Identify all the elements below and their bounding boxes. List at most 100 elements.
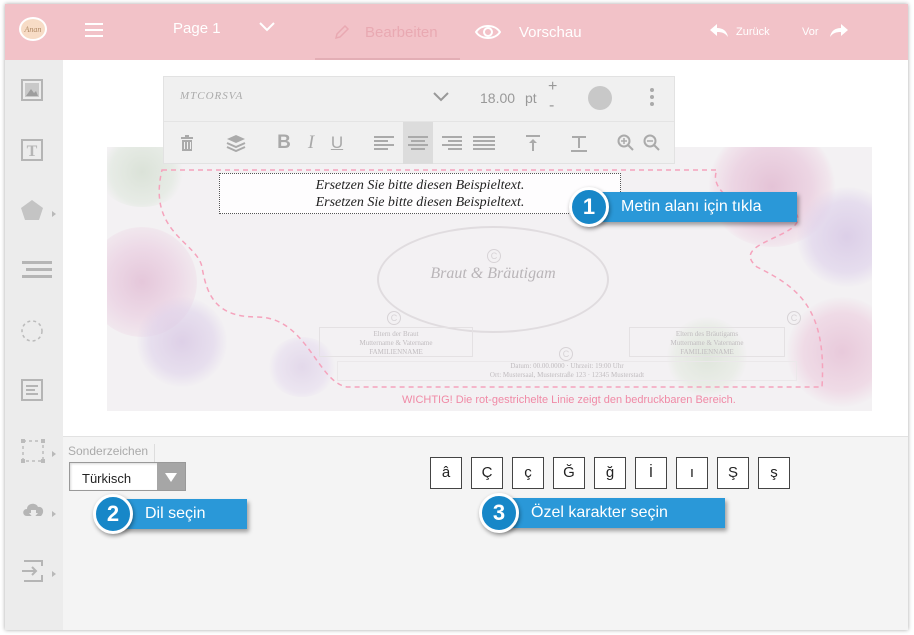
align-right-button[interactable] — [437, 122, 467, 164]
upload-tool-button[interactable] — [20, 498, 56, 532]
dropdown-arrow-icon[interactable] — [157, 463, 185, 490]
bold-label: B — [277, 132, 291, 153]
delete-button[interactable] — [172, 122, 202, 164]
undo-arrow-icon — [710, 24, 728, 37]
align-center-button[interactable] — [403, 122, 433, 164]
chevron-down-icon[interactable] — [258, 18, 276, 36]
char-button[interactable]: â — [430, 457, 462, 489]
export-icon — [22, 560, 43, 582]
align-top-button[interactable] — [518, 122, 548, 164]
text-color-picker[interactable] — [588, 86, 612, 110]
event-info-block[interactable]: Datum: 00.00.0000 · Uhrzeit: 19:00 Uhr O… — [337, 361, 797, 381]
tab-edit[interactable]: Bearbeiten — [315, 4, 460, 60]
align-left-icon — [374, 136, 394, 150]
dashed-frame-icon — [21, 439, 45, 463]
image-icon — [21, 79, 43, 101]
font-size-increase-button[interactable]: + — [548, 78, 557, 96]
couple-names[interactable]: Braut & Bräutigam — [377, 265, 609, 283]
language-value: Türkisch — [82, 471, 132, 486]
shape-tool-button[interactable] — [20, 198, 56, 232]
zoom-out-icon — [643, 134, 660, 151]
bride-family-name: FAMILIENNAME — [369, 348, 423, 356]
copyright-icon: C — [559, 347, 573, 361]
underline-label: U — [330, 133, 344, 152]
callout-number: 3 — [479, 493, 519, 533]
brand-logo[interactable]: Anan — [19, 17, 47, 41]
char-button[interactable]: Ğ — [553, 457, 585, 489]
justify-icon — [473, 136, 495, 150]
callout-number: 2 — [93, 494, 133, 534]
chevron-down-icon[interactable] — [432, 88, 450, 106]
language-select[interactable]: Türkisch — [69, 462, 186, 491]
zoom-out-button[interactable] — [637, 122, 667, 164]
bold-button[interactable]: B — [269, 122, 299, 164]
font-unit-label: pt — [525, 90, 537, 106]
align-top-icon — [526, 135, 540, 151]
callout-step-2: 2 Dil seçin — [93, 494, 247, 534]
text-format-toolbar: MTCORSVA 18.00 pt + - B I U — [163, 76, 675, 164]
layers-button[interactable] — [221, 122, 251, 164]
image-tool-button[interactable] — [20, 78, 54, 112]
page-selector-label[interactable]: Page 1 — [173, 20, 221, 37]
char-button[interactable]: ç — [512, 457, 544, 489]
frame-tool-button[interactable] — [20, 438, 56, 472]
tool-sidebar: T — [5, 60, 63, 630]
char-button[interactable]: ş — [758, 457, 790, 489]
text-tool-button[interactable]: T — [20, 138, 54, 172]
tab-preview-label: Vorschau — [519, 24, 582, 41]
align-left-button[interactable] — [369, 122, 399, 164]
tab-edit-label: Bearbeiten — [365, 24, 438, 41]
bride-parents-block[interactable]: Eltern der Braut Muttername & Vatername … — [319, 327, 473, 357]
text-format-icon — [571, 136, 587, 152]
paragraph-icon — [21, 379, 43, 401]
pentagon-icon — [21, 200, 43, 220]
text-box-icon: T — [21, 139, 43, 161]
char-button[interactable]: İ — [635, 457, 667, 489]
underline-button[interactable]: U — [322, 122, 352, 164]
callout-step-3: 3 Özel karakter seçin — [479, 493, 725, 533]
cloud-download-icon — [23, 503, 44, 518]
justify-button[interactable] — [469, 122, 499, 164]
top-bar: Anan Page 1 Bearbeiten Vorschau Zurück V… — [5, 4, 908, 60]
font-size-decrease-button[interactable]: - — [549, 97, 554, 115]
font-family-select[interactable]: MTCORSVA — [180, 90, 243, 102]
special-characters-panel: Sonderzeichen Türkisch â Ç ç Ğ ğ İ ı Ş ş… — [63, 436, 908, 630]
zoom-in-icon — [617, 134, 634, 151]
more-options-icon[interactable] — [650, 88, 654, 109]
lines-tool-button[interactable] — [20, 258, 54, 292]
char-button[interactable]: ı — [676, 457, 708, 489]
design-canvas: C Braut & Bräutigam C Eltern der Braut M… — [63, 60, 908, 436]
callout-text: Özel karakter seçin — [531, 504, 668, 521]
circle-tool-button[interactable] — [20, 318, 54, 352]
submenu-arrow-icon — [52, 511, 56, 517]
groom-parents-names: Muttername & Vatername — [670, 339, 744, 347]
lines-icon — [22, 261, 52, 278]
italic-label: I — [307, 132, 315, 153]
panel-title: Sonderzeichen — [68, 444, 156, 462]
submenu-arrow-icon — [52, 211, 56, 217]
bride-parents-title: Eltern der Braut — [373, 330, 419, 338]
invitation-card[interactable]: C Braut & Bräutigam C Eltern der Braut M… — [107, 147, 872, 411]
paragraph-tool-button[interactable] — [20, 378, 54, 412]
bride-parents-names: Muttername & Vatername — [359, 339, 433, 347]
text-line: Ersetzen Sie bitte diesen Beispieltext. — [315, 178, 525, 193]
callout-text: Dil seçin — [145, 505, 206, 522]
font-size-input[interactable]: 18.00 — [480, 90, 515, 106]
char-button[interactable]: Ş — [717, 457, 749, 489]
undo-button[interactable]: Zurück — [708, 22, 770, 43]
callout-number: 1 — [569, 187, 609, 227]
char-button[interactable]: ğ — [594, 457, 626, 489]
export-tool-button[interactable] — [20, 558, 56, 592]
text-format-button[interactable] — [564, 122, 594, 164]
selected-text-box[interactable]: Ersetzen Sie bitte diesen Beispieltext. … — [219, 173, 621, 214]
event-date-time: Datum: 00.00.0000 · Uhrzeit: 19:00 Uhr — [510, 362, 624, 370]
trash-icon — [181, 135, 193, 151]
groom-parents-block[interactable]: Eltern des Bräutigams Muttername & Vater… — [629, 327, 785, 357]
copyright-icon: C — [787, 311, 801, 325]
pencil-icon — [334, 24, 350, 40]
eye-icon — [475, 25, 501, 39]
submenu-arrow-icon — [52, 451, 56, 457]
align-center-icon — [408, 136, 428, 150]
char-button[interactable]: Ç — [471, 457, 503, 489]
menu-icon[interactable] — [85, 23, 103, 37]
